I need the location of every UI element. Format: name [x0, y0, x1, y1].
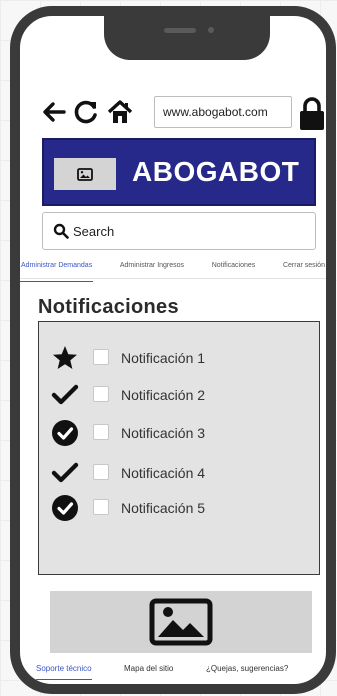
browser-bar: www.abogabot.com	[40, 92, 326, 136]
notification-checkbox[interactable]	[93, 499, 109, 515]
nav-tabs: Administrar Demandas Administrar Ingreso…	[20, 262, 326, 282]
front-camera	[208, 27, 214, 33]
notification-label: Notificación 5	[121, 500, 206, 516]
notification-label: Notificación 3	[121, 425, 206, 441]
lock-icon	[300, 97, 324, 130]
image-placeholder-icon	[149, 598, 213, 646]
footer-link-soporte[interactable]: Soporte técnico	[36, 664, 92, 680]
notification-label: Notificación 2	[121, 387, 206, 403]
notification-item[interactable]: Notificación 3	[51, 419, 311, 447]
page-title: Notificaciones	[38, 296, 179, 318]
phone-notch	[104, 16, 270, 60]
url-field[interactable]: www.abogabot.com	[154, 96, 292, 128]
check-circle-icon	[52, 495, 78, 521]
checkmark-icon	[51, 384, 79, 405]
logo-placeholder	[54, 158, 116, 190]
notification-label: Notificación 4	[121, 465, 206, 481]
notifications-panel: Notificación 1 Notificación 2 Notificaci…	[38, 321, 320, 575]
footer-links: Soporte técnico Mapa del sitio ¿Quejas, …	[30, 656, 326, 682]
brand-name: ABOGABOT	[132, 156, 300, 187]
notification-item[interactable]: Notificación 2	[51, 381, 311, 409]
tab-administrar-demandas[interactable]: Administrar Demandas	[20, 262, 94, 282]
notification-label: Notificación 1	[121, 350, 206, 366]
speaker-grille	[164, 28, 196, 33]
notification-checkbox[interactable]	[93, 349, 109, 365]
search-input[interactable]	[73, 221, 303, 241]
footer-link-mapa[interactable]: Mapa del sitio	[124, 664, 173, 673]
notification-checkbox[interactable]	[93, 424, 109, 440]
header-banner: ABOGABOT	[42, 138, 316, 206]
star-icon	[53, 346, 77, 369]
home-icon[interactable]	[106, 98, 134, 126]
footer-link-quejas[interactable]: ¿Quejas, sugerencias?	[206, 664, 288, 673]
notification-checkbox[interactable]	[93, 464, 109, 480]
notification-checkbox[interactable]	[93, 386, 109, 402]
tab-administrar-ingresos[interactable]: Administrar Ingresos	[119, 262, 185, 282]
image-placeholder-icon	[77, 167, 93, 181]
phone-frame: www.abogabot.com ABOGABOT Administrar De…	[10, 6, 336, 694]
notification-item[interactable]: Notificación 1	[51, 344, 311, 372]
search-box[interactable]	[42, 212, 316, 250]
footer-image-placeholder	[50, 591, 312, 653]
tab-cerrar-sesion[interactable]: Cerrar sesión	[282, 262, 326, 282]
checkmark-icon	[51, 462, 79, 483]
check-circle-icon	[52, 420, 78, 446]
tabs-divider	[20, 278, 326, 279]
notification-item[interactable]: Notificación 4	[51, 459, 311, 487]
search-icon	[53, 223, 69, 239]
tab-notificaciones[interactable]: Notificaciones	[211, 262, 257, 282]
notification-item[interactable]: Notificación 5	[51, 494, 311, 522]
back-arrow-icon[interactable]	[40, 98, 68, 126]
refresh-icon[interactable]	[72, 98, 100, 126]
